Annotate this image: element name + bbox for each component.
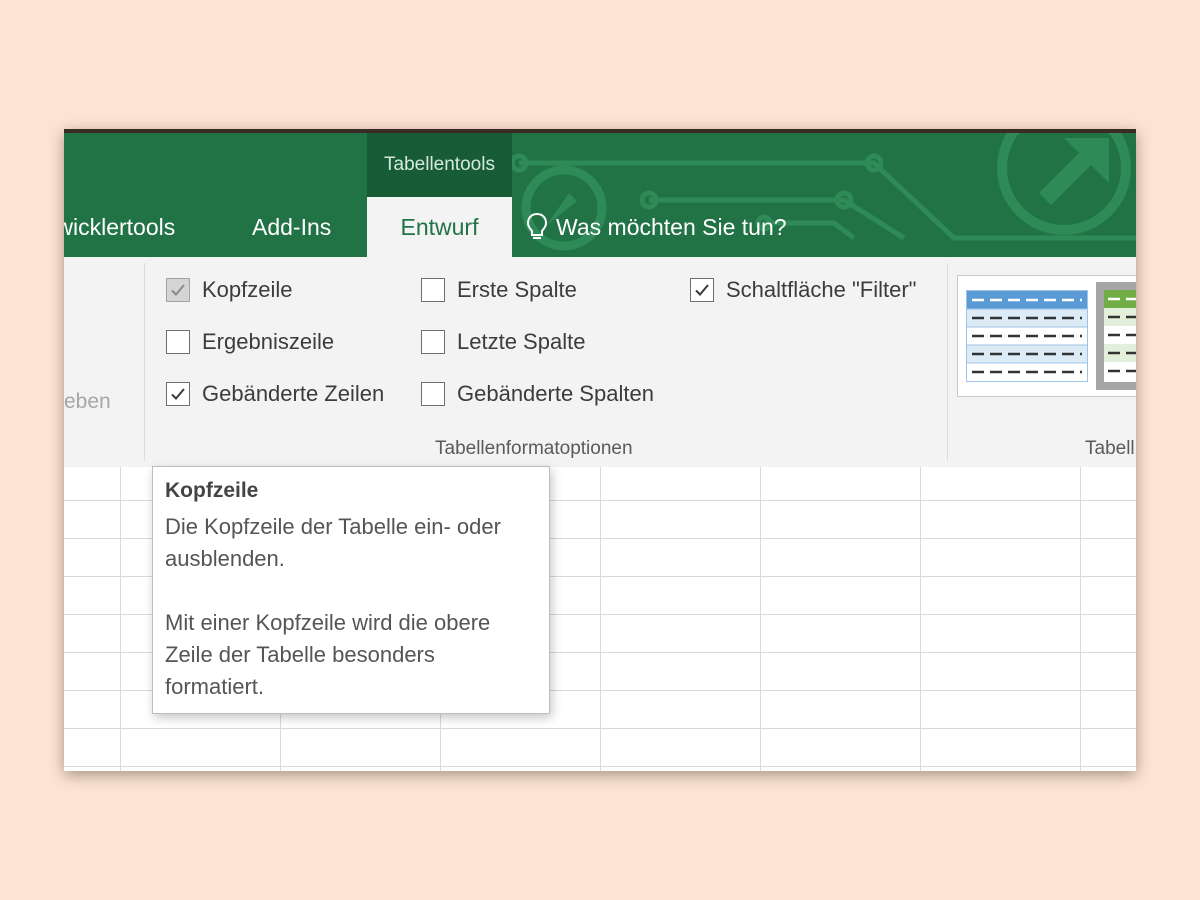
ribbon-panel: eben Kopfzeile Ergebniszeile Gebänderte …: [64, 257, 1136, 468]
table-style-gallery[interactable]: [957, 275, 1136, 397]
checkbox-filter-button-label: Schaltfläche "Filter": [726, 277, 917, 302]
tab-entwicklertools[interactable]: twicklertools: [64, 197, 175, 257]
tab-add-ins[interactable]: Add-Ins: [252, 197, 331, 257]
group-label-format-options: Tabellenformatoptionen: [435, 438, 633, 459]
checkmark-icon: [171, 284, 185, 296]
tooltip-title: Kopfzeile: [165, 479, 259, 502]
ribbon-tab-bar: Tabellentools twicklertools Add-Ins Entw…: [64, 133, 1136, 257]
grid-column-line: [600, 467, 601, 771]
tab-entwurf[interactable]: Entwurf: [367, 197, 512, 257]
checkbox-ergebniszeile[interactable]: Ergebniszeile: [166, 329, 334, 355]
checkbox-ergebniszeile-box[interactable]: [166, 330, 190, 354]
checkbox-gebaenderte-spalten-label: Gebänderte Spalten: [457, 381, 654, 406]
tell-me-search[interactable]: Was möchten Sie tun?: [526, 197, 787, 257]
checkbox-gebaenderte-spalten[interactable]: Gebänderte Spalten: [421, 381, 654, 407]
checkbox-letzte-spalte[interactable]: Letzte Spalte: [421, 329, 585, 355]
tooltip-detail: Mit einer Kopfzeile wird die obere Zeile…: [165, 610, 491, 699]
previous-group-label: eben: [64, 390, 111, 413]
checkbox-gebaenderte-zeilen-box[interactable]: [166, 382, 190, 406]
checkmark-icon: [171, 388, 185, 400]
checkbox-kopfzeile-label: Kopfzeile: [202, 277, 293, 302]
checkbox-kopfzeile-box[interactable]: [166, 278, 190, 302]
checkbox-ergebniszeile-label: Ergebniszeile: [202, 329, 335, 354]
group-separator: [947, 263, 948, 461]
checkmark-icon: [695, 284, 709, 296]
grid-column-line: [920, 467, 921, 771]
lightbulb-icon: [526, 212, 548, 239]
checkbox-gebaenderte-zeilen[interactable]: Gebänderte Zeilen: [166, 381, 384, 407]
kopfzeile-tooltip: Kopfzeile Die Kopfzeile der Tabelle ein-…: [152, 466, 550, 714]
context-tab-header: Tabellentools: [367, 133, 512, 197]
grid-row-line: [64, 766, 1136, 767]
checkbox-gebaenderte-spalten-box[interactable]: [421, 382, 445, 406]
checkbox-erste-spalte-box[interactable]: [421, 278, 445, 302]
checkbox-filter-button[interactable]: Schaltfläche "Filter": [690, 277, 916, 303]
checkbox-erste-spalte-label: Erste Spalte: [457, 277, 577, 302]
grid-row-line: [64, 728, 1136, 729]
checkbox-kopfzeile[interactable]: Kopfzeile: [166, 277, 293, 303]
group-label-table-styles: Tabell: [1085, 438, 1135, 459]
grid-column-line: [120, 467, 121, 771]
tell-me-label: Was möchten Sie tun?: [556, 213, 787, 240]
checkbox-letzte-spalte-box[interactable]: [421, 330, 445, 354]
checkbox-filter-button-box[interactable]: [690, 278, 714, 302]
group-separator: [144, 263, 145, 461]
table-style-blue-thumbnail[interactable]: [966, 290, 1088, 382]
grid-column-line: [760, 467, 761, 771]
table-style-green-thumbnail[interactable]: [1096, 282, 1136, 390]
checkbox-erste-spalte[interactable]: Erste Spalte: [421, 277, 577, 303]
checkbox-gebaenderte-zeilen-label: Gebänderte Zeilen: [202, 381, 385, 406]
checkbox-letzte-spalte-label: Letzte Spalte: [457, 329, 586, 354]
tooltip-description: Die Kopfzeile der Tabelle ein- oder ausb…: [165, 514, 501, 571]
grid-column-line: [1080, 467, 1081, 771]
